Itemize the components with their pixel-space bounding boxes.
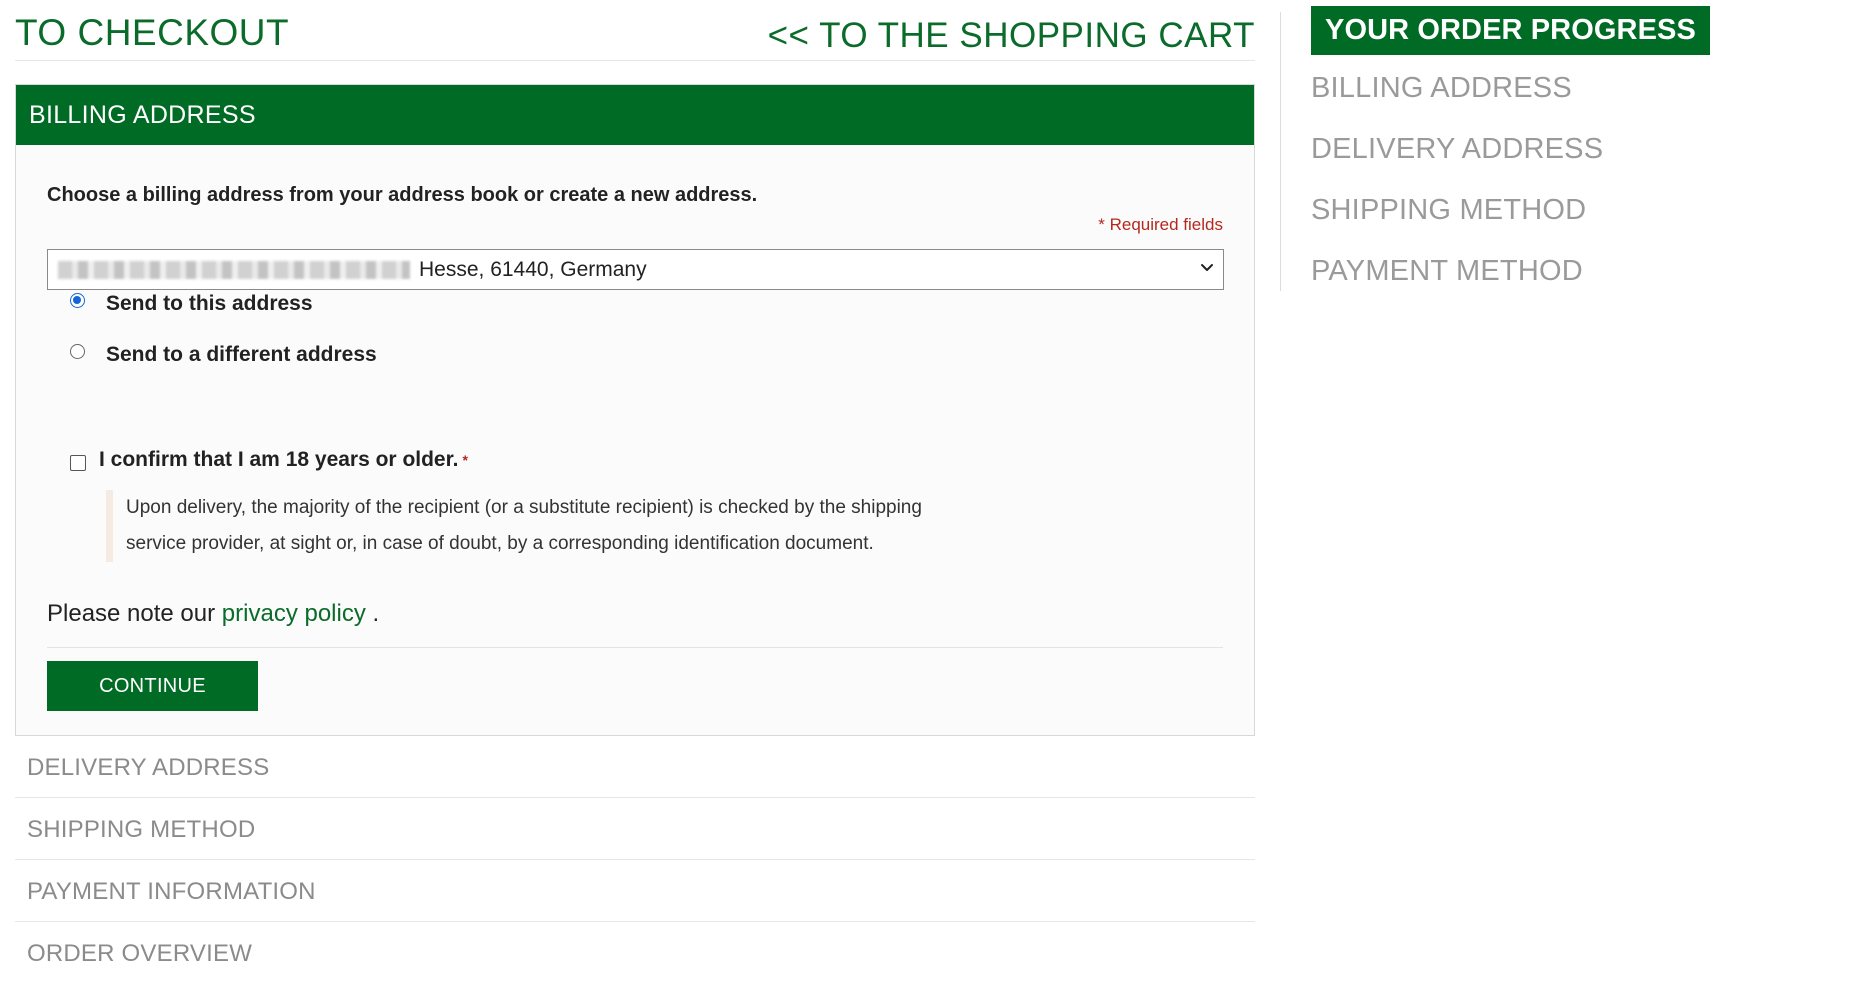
radio-send-to-this-address[interactable]: Send to this address [70, 292, 313, 316]
billing-address-panel: BILLING ADDRESS Choose a billing address… [15, 84, 1255, 736]
progress-item-delivery-address: DELIVERY ADDRESS [1311, 133, 1604, 165]
address-select[interactable]: Hesse, 61440, Germany [47, 249, 1224, 290]
step-payment-information[interactable]: PAYMENT INFORMATION [15, 860, 1255, 922]
age-verification-note: Upon delivery, the majority of the recip… [106, 490, 986, 562]
privacy-prefix: Please note our [47, 600, 216, 627]
required-asterisk: * [462, 452, 468, 468]
billing-intro-text: Choose a billing address from your addre… [47, 184, 758, 206]
privacy-notice: Please note our privacy policy . [47, 600, 379, 628]
progress-item-billing-address: BILLING ADDRESS [1311, 72, 1572, 104]
radio-send-to-different-address[interactable]: Send to a different address [70, 343, 377, 367]
required-fields-note: * Required fields [1098, 215, 1223, 234]
privacy-suffix: . [372, 600, 380, 627]
checkout-page: TO CHECKOUT << TO THE SHOPPING CART BILL… [0, 0, 1864, 979]
radio-button[interactable] [70, 343, 85, 359]
page-header: TO CHECKOUT << TO THE SHOPPING CART [15, 0, 1255, 61]
radio-button-checked[interactable] [70, 292, 85, 308]
checkout-main: TO CHECKOUT << TO THE SHOPPING CART BILL… [15, 0, 1255, 983]
progress-item-shipping-method: SHIPPING METHOD [1311, 194, 1587, 226]
age-confirm-label: I confirm that I am 18 years or older. [99, 448, 459, 471]
sidebar-divider [1280, 12, 1281, 291]
order-progress-sidebar: YOUR ORDER PROGRESS BILLING ADDRESS DELI… [1311, 6, 1761, 299]
chevron-down-icon [1201, 264, 1213, 271]
back-to-cart-link[interactable]: << TO THE SHOPPING CART [768, 16, 1255, 56]
checkout-steps-list: DELIVERY ADDRESS SHIPPING METHOD PAYMENT… [15, 736, 1255, 983]
billing-panel-body: Choose a billing address from your addre… [16, 145, 1254, 735]
step-shipping-method[interactable]: SHIPPING METHOD [15, 798, 1255, 860]
radio-label: Send to this address [106, 292, 313, 315]
address-select-value: Hesse, 61440, Germany [419, 258, 647, 281]
privacy-policy-link[interactable]: privacy policy [222, 600, 366, 627]
redacted-address-text [58, 261, 410, 279]
progress-item-payment-method: PAYMENT METHOD [1311, 255, 1583, 287]
page-title: TO CHECKOUT [15, 12, 290, 53]
divider [47, 647, 1223, 648]
continue-button[interactable]: CONTINUE [47, 661, 258, 711]
step-delivery-address[interactable]: DELIVERY ADDRESS [15, 736, 1255, 798]
order-progress-title: YOUR ORDER PROGRESS [1311, 6, 1710, 55]
age-confirm-row[interactable]: I confirm that I am 18 years or older. * [70, 448, 468, 472]
billing-section-title[interactable]: BILLING ADDRESS [16, 85, 1254, 145]
radio-label: Send to a different address [106, 343, 377, 366]
step-order-overview[interactable]: ORDER OVERVIEW [15, 922, 1255, 983]
age-confirm-checkbox[interactable] [70, 455, 86, 471]
